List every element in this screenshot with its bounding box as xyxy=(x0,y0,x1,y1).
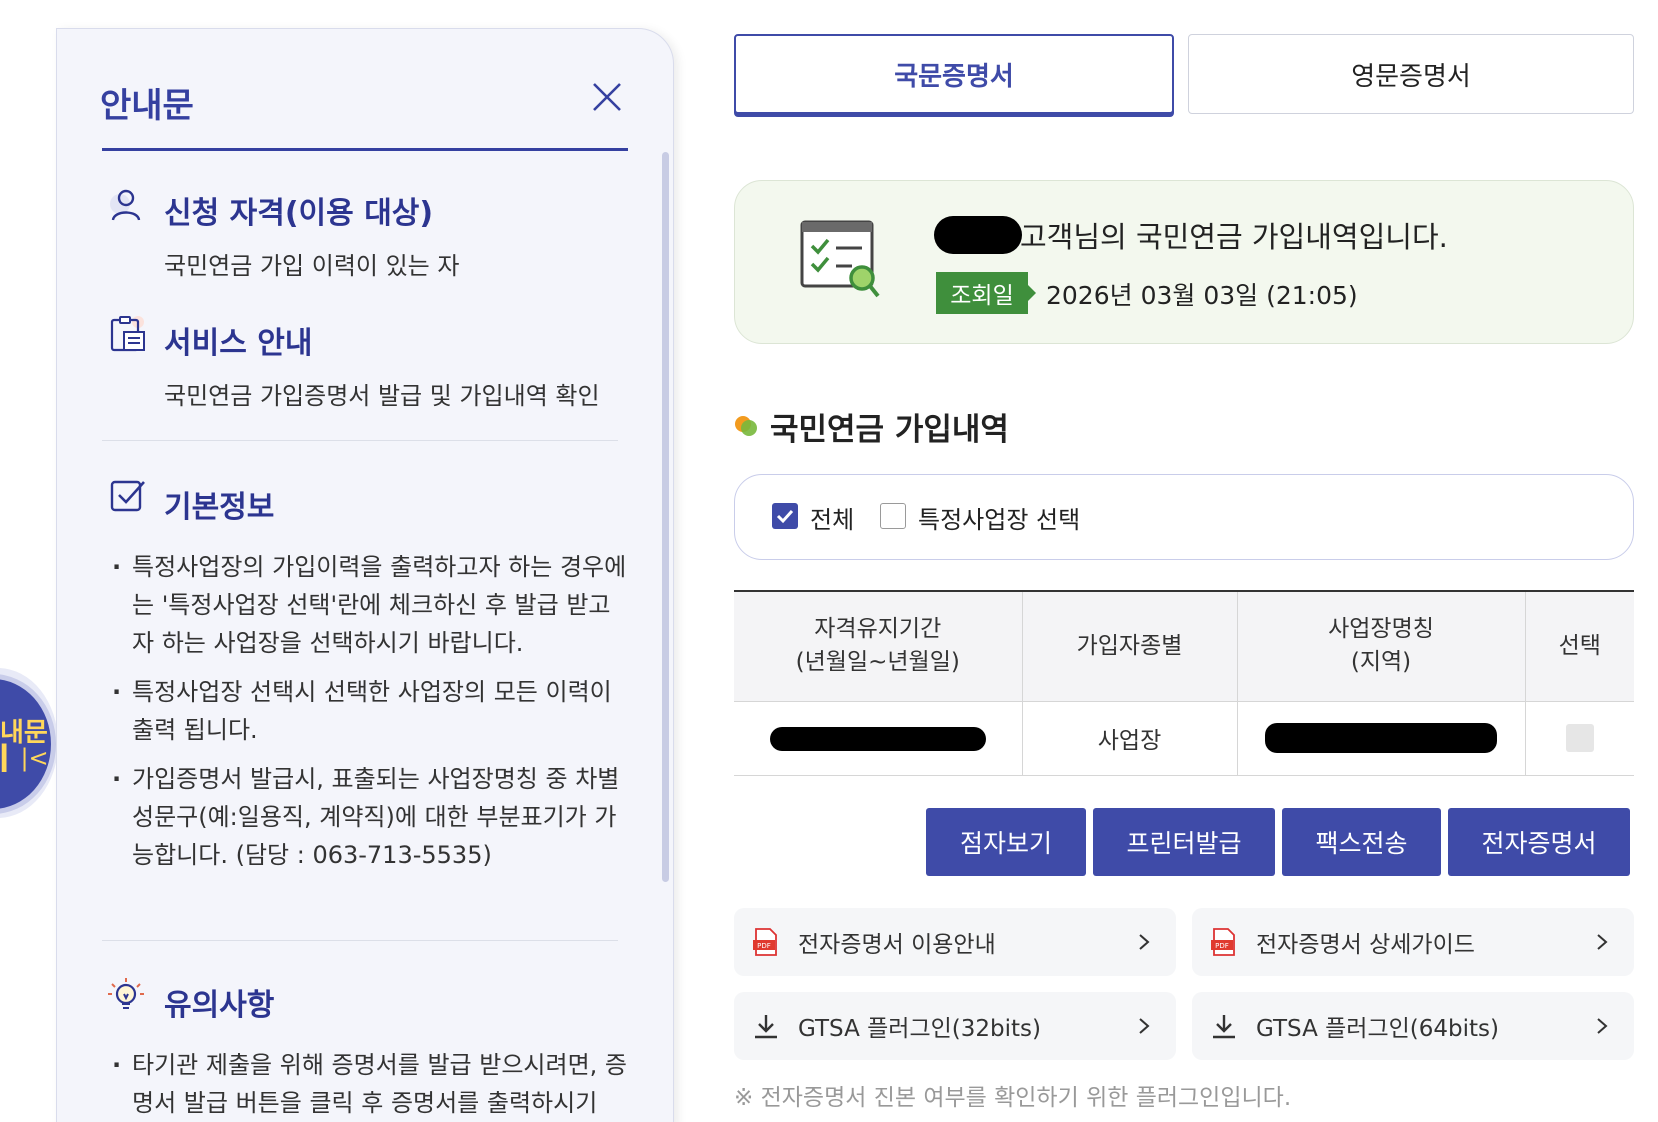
panel-scrollbar[interactable] xyxy=(662,152,669,882)
gtsa-plugin-32-link[interactable]: GTSA 플러그인(32bits) xyxy=(734,992,1176,1060)
clipboard-icon xyxy=(110,316,145,352)
print-issue-button[interactable]: 프린터발급 xyxy=(1093,808,1275,876)
panel-divider xyxy=(102,440,618,441)
notes-list: 타기관 제출을 위해 증명서를 발급 받으시려면, 증명서 발급 버튼을 클릭 … xyxy=(110,1046,630,1122)
lightbulb-icon xyxy=(108,978,144,1009)
checkbox-icon xyxy=(110,480,145,512)
close-icon[interactable] xyxy=(590,80,624,114)
list-item: 타기관 제출을 위해 증명서를 발급 받으시려면, 증명서 발급 버튼을 클릭 … xyxy=(110,1046,630,1122)
redacted-name xyxy=(934,216,1022,254)
section-body-service: 국민연금 가입증명서 발급 및 가입내역 확인 xyxy=(164,382,600,410)
section-title-basic-info: 기본정보 xyxy=(164,490,275,525)
inquiry-date-value: 2026년 03월 03일 (21:05) xyxy=(1046,281,1358,310)
header-text: 선택 xyxy=(1558,632,1601,659)
workplace-cell xyxy=(1236,701,1525,776)
select-cell xyxy=(1524,701,1634,776)
redacted-period xyxy=(769,726,986,751)
chevron-right-icon xyxy=(1597,934,1608,950)
collapse-icon[interactable]: ▎|< xyxy=(2,744,49,772)
panel-title: 안내문 xyxy=(100,86,194,126)
all-checkbox-label[interactable]: 전체 xyxy=(810,500,854,535)
panel-title-underline xyxy=(102,148,628,151)
specific-workplace-label[interactable]: 특정사업장 선택 xyxy=(918,500,1080,535)
list-item: 가입증명서 발급시, 표출되는 사업장명칭 중 차별성문구(예:일용직, 계약직… xyxy=(110,760,630,874)
all-checkbox[interactable] xyxy=(772,503,798,529)
list-item: 특정사업장의 가입이력을 출력하고자 하는 경우에는 '특정사업장 선택'란에 … xyxy=(110,548,630,662)
e-certificate-detail-guide-link[interactable]: PDF 전자증명서 상세가이드 xyxy=(1192,908,1634,976)
tab-english-certificate[interactable]: 영문증명서 xyxy=(1188,34,1634,114)
download-icon xyxy=(755,1015,777,1039)
chevron-right-icon xyxy=(1139,1018,1150,1034)
column-header-workplace: 사업장명칭 (지역) xyxy=(1236,590,1525,702)
specific-workplace-checkbox[interactable] xyxy=(880,503,906,529)
column-header-type: 가입자종별 xyxy=(1021,590,1237,702)
type-cell: 사업장 xyxy=(1021,701,1237,776)
download-icon xyxy=(1213,1015,1235,1039)
header-text: 사업장명칭 (지역) xyxy=(1328,616,1434,676)
enrollment-table: 자격유지기간 (년월일~년월일) 가입자종별 사업장명칭 (지역) 선택 사업장 xyxy=(734,590,1634,776)
header-text: 가입자종별 xyxy=(1076,632,1183,659)
table-row: 사업장 xyxy=(734,701,1634,776)
svg-text:PDF: PDF xyxy=(1215,942,1229,950)
period-cell xyxy=(734,701,1022,776)
user-icon xyxy=(110,189,141,221)
section-title-service: 서비스 안내 xyxy=(164,326,313,361)
section-body-eligibility: 국민연금 가입 이력이 있는 자 xyxy=(164,252,460,280)
section-title-eligibility: 신청 자격(이용 대상) xyxy=(164,196,434,231)
link-label: GTSA 플러그인(64bits) xyxy=(1256,1016,1499,1042)
chevron-right-icon xyxy=(1597,1018,1608,1034)
section-bullet-icon xyxy=(735,416,757,436)
plugin-notice: ※ 전자증명서 진본 여부를 확인하기 위한 플러그인입니다. xyxy=(734,1085,1292,1111)
link-label: 전자증명서 상세가이드 xyxy=(1256,932,1475,958)
pdf-icon: PDF xyxy=(1211,928,1235,956)
section-title-history: 국민연금 가입내역 xyxy=(770,412,1009,448)
link-label: GTSA 플러그인(32bits) xyxy=(798,1016,1041,1042)
column-header-period: 자격유지기간 (년월일~년월일) xyxy=(734,590,1022,702)
row-select-checkbox[interactable] xyxy=(1565,724,1594,752)
panel-divider xyxy=(102,940,618,941)
filter-box xyxy=(734,474,1634,560)
redacted-workplace xyxy=(1265,723,1497,753)
gtsa-plugin-64-link[interactable]: GTSA 플러그인(64bits) xyxy=(1192,992,1634,1060)
basic-info-list: 특정사업장의 가입이력을 출력하고자 하는 경우에는 '특정사업장 선택'란에 … xyxy=(110,548,630,885)
table-header-row: 자격유지기간 (년월일~년월일) 가입자종별 사업장명칭 (지역) 선택 xyxy=(734,590,1634,702)
header-text: 자격유지기간 (년월일~년월일) xyxy=(795,616,960,676)
inquiry-date-label: 조회일 xyxy=(936,272,1036,314)
link-label: 전자증명서 이용안내 xyxy=(798,932,996,958)
braille-view-button[interactable]: 점자보기 xyxy=(926,808,1086,876)
list-item: 특정사업장 선택시 선택한 사업장의 모든 이력이 출력 됩니다. xyxy=(110,673,630,749)
column-header-select: 선택 xyxy=(1524,590,1634,702)
document-search-icon xyxy=(800,220,880,298)
tab-korean-certificate[interactable]: 국문증명서 xyxy=(734,34,1174,114)
svg-text:PDF: PDF xyxy=(757,942,771,950)
chevron-right-icon xyxy=(1139,934,1150,950)
section-title-notes: 유의사항 xyxy=(164,988,275,1023)
pdf-icon: PDF xyxy=(753,928,777,956)
e-certificate-guide-link[interactable]: PDF 전자증명서 이용안내 xyxy=(734,908,1176,976)
greeting-text: 고객님의 국민연금 가입내역입니다. xyxy=(1020,220,1448,254)
fax-send-button[interactable]: 팩스전송 xyxy=(1282,808,1441,876)
e-certificate-button[interactable]: 전자증명서 xyxy=(1448,808,1630,876)
check-icon xyxy=(776,509,794,524)
